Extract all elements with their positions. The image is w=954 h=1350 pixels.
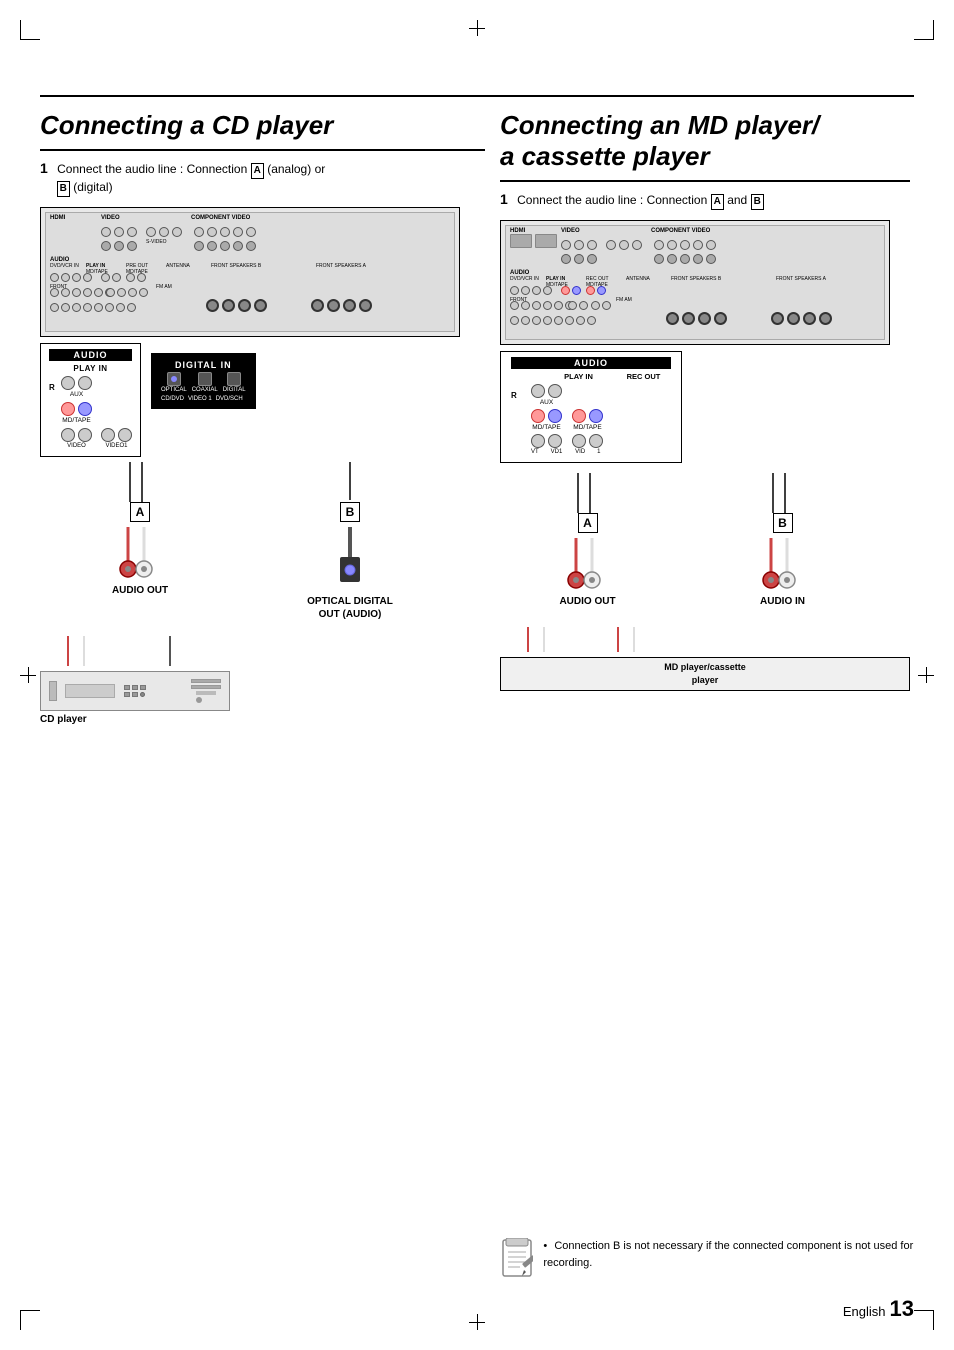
right-cable-group-b: B AUDIO IN xyxy=(695,473,870,607)
right-step1: 1 Connect the audio line : Connection A … xyxy=(500,190,910,210)
left-audio-play-in-label: PLAY IN xyxy=(49,364,132,373)
left-aux-label: AUX xyxy=(70,391,83,398)
crosshair-top xyxy=(469,20,485,36)
left-audio-panel: AUDIO PLAY IN R AUX xyxy=(40,343,141,457)
right-connection-line-a xyxy=(558,473,618,513)
left-step1-end: (digital) xyxy=(73,180,112,194)
top-divider xyxy=(40,95,914,97)
left-section-title: Connecting a CD player xyxy=(40,110,485,141)
left-optical-cable xyxy=(330,527,370,592)
right-player-label: MD player/cassette player xyxy=(664,662,746,685)
left-dvdsch-label: DVD/SCH xyxy=(216,396,243,402)
right-step1-and: and xyxy=(727,193,747,207)
right-label-a: A xyxy=(578,513,598,533)
left-connection-line-a xyxy=(110,462,170,502)
right-step1-text: Connect the audio line : Connection xyxy=(517,193,707,207)
left-label-b: B xyxy=(340,502,360,522)
crosshair-left xyxy=(20,667,36,683)
right-audio-in-label: AUDIO IN xyxy=(760,596,805,607)
left-cable-group-b: B OPTICAL DIGITAL OUT (AUDIO) xyxy=(240,462,440,621)
left-step1-num: 1 xyxy=(40,160,48,176)
right-cable-group-a: A AUDIO OUT xyxy=(500,473,675,607)
left-cd-player-box xyxy=(40,671,230,711)
left-step1: 1 Connect the audio line : Connection A … xyxy=(40,159,485,197)
note-icon xyxy=(500,1238,533,1280)
right-label-b: B xyxy=(773,513,793,533)
right-vt-label: VT xyxy=(531,449,539,455)
right-receiver-diagram: HDMI VIDEO COMPONENT VIDEO xyxy=(500,220,890,345)
left-video1-digital-label: VIDEO 1 xyxy=(188,396,212,402)
left-divider xyxy=(40,149,485,151)
page-number: 13 xyxy=(890,1296,914,1322)
right-vd1r-label: 1 xyxy=(597,449,600,455)
left-connection-line-b xyxy=(330,462,370,502)
left-mdtape-label: MD/TAPE xyxy=(62,417,90,424)
right-cable-to-mdplayer xyxy=(500,627,710,652)
left-cd-player-label: CD player xyxy=(40,714,485,725)
corner-mark-tr xyxy=(914,20,934,40)
right-box-b: B xyxy=(751,194,764,210)
left-rca-cables xyxy=(110,527,170,582)
right-wiring-section: A AUDIO OUT B xyxy=(500,473,910,607)
right-vid-label: VID xyxy=(575,449,585,455)
left-optical-label: OPTICAL xyxy=(161,387,187,393)
crosshair-bottom xyxy=(469,1314,485,1330)
left-coaxial-label: COAXIAL xyxy=(192,387,218,393)
left-cd-dvd-label: CD/DVD xyxy=(161,396,184,402)
left-digital-in-title: DIGITAL IN xyxy=(161,360,246,370)
note-section: • Connection B is not necessary if the c… xyxy=(500,1238,914,1280)
crosshair-right xyxy=(918,667,934,683)
right-mdtape-play-label: MD/TAPE xyxy=(532,424,560,431)
page-language: English xyxy=(843,1304,886,1319)
left-cd-player-area: CD player xyxy=(40,636,485,725)
left-label-a: A xyxy=(130,502,150,522)
left-video-label: VIDEO xyxy=(67,443,86,449)
right-rec-out-label: REC OUT xyxy=(616,372,671,381)
right-mdtape-rec-label: MD/TAPE xyxy=(573,424,601,431)
left-step1-mid: (analog) or xyxy=(267,162,325,176)
left-video1-label: VIDEO1 xyxy=(105,443,127,449)
corner-mark-tl xyxy=(20,20,40,40)
left-receiver-diagram: HDMI VIDEO COMPONENT VIDEO xyxy=(40,207,460,337)
right-vd1-label: VD1 xyxy=(551,449,563,455)
right-audio-out-label: AUDIO OUT xyxy=(559,596,615,607)
note-bullet: • xyxy=(543,1240,547,1252)
note-text-container: • Connection B is not necessary if the c… xyxy=(543,1238,914,1271)
note-text: Connection B is not necessary if the con… xyxy=(543,1240,913,1269)
left-cable-group-a: A AUDIO OUT xyxy=(40,462,240,596)
right-audio-panel: AUDIO PLAY IN REC OUT R AUX xyxy=(500,351,682,463)
right-play-in-label: PLAY IN xyxy=(551,372,606,381)
right-connection-line-b xyxy=(753,473,813,513)
left-step1-text: Connect the audio line : Connection xyxy=(57,162,247,176)
left-box-b: B xyxy=(57,181,70,197)
left-cable-to-cdplayer xyxy=(40,636,290,666)
right-divider xyxy=(500,180,910,182)
right-md-player-box: MD player/cassette player xyxy=(500,657,910,690)
right-md-player-area: MD player/cassette player xyxy=(500,627,910,690)
right-rca-cables-b xyxy=(753,538,813,593)
right-step1-num: 1 xyxy=(500,191,508,207)
corner-mark-br xyxy=(914,1310,934,1330)
right-section-title: Connecting an MD player/ a cassette play… xyxy=(500,110,910,172)
right-rca-cables xyxy=(558,538,618,593)
left-audio-out-label: AUDIO OUT xyxy=(112,585,168,596)
page-number-area: English 13 xyxy=(843,1296,914,1322)
left-digital-label: DIGITAL xyxy=(223,387,246,393)
right-aux-label: AUX xyxy=(540,399,553,406)
corner-mark-bl xyxy=(20,1310,40,1330)
left-audio-panel-title: AUDIO xyxy=(49,349,132,361)
left-box-a: A xyxy=(251,163,264,179)
left-optical-out-label: OPTICAL DIGITAL OUT (AUDIO) xyxy=(307,595,393,621)
left-digital-in-panel: DIGITAL IN OPTICAL COAXIAL DIGITAL xyxy=(151,353,256,409)
right-box-a: A xyxy=(711,194,724,210)
right-audio-panel-title: AUDIO xyxy=(511,357,671,369)
